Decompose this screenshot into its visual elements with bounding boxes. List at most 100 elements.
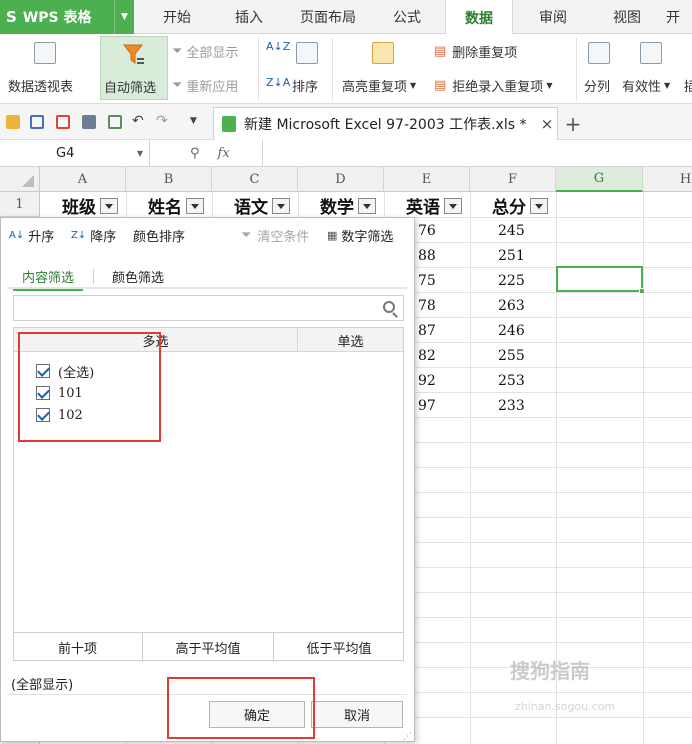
tab-divider — [93, 269, 94, 284]
total-cell[interactable]: 255 — [498, 343, 525, 368]
number-filter-button[interactable]: ▦ 数字筛选 — [327, 226, 393, 245]
tab-view[interactable]: 视图 — [600, 0, 654, 34]
english-cell[interactable]: 75 — [418, 268, 436, 293]
clear-conditions-button[interactable]: ⏷ 清空条件 — [241, 226, 309, 245]
single-select-mode[interactable]: 单选 — [298, 328, 403, 352]
autofilter-label: 自动筛选 — [104, 81, 157, 96]
english-cell[interactable]: 88 — [418, 243, 436, 268]
qa-dropdown-icon[interactable]: ▼ — [190, 116, 197, 126]
filter-dropdown-button[interactable] — [530, 197, 548, 214]
sort-asc-button[interactable]: A↓ 升序 — [9, 226, 54, 245]
save-icon[interactable] — [30, 115, 44, 129]
tab-page-layout[interactable]: 页面布局 — [290, 0, 366, 34]
header-cell-chinese[interactable]: 语文 — [234, 193, 290, 218]
reject-duplicates-button[interactable]: ▤ 拒绝录入重复项 ▼ — [434, 76, 552, 95]
filter-dropdown-button[interactable] — [186, 197, 204, 214]
print-preview-icon[interactable] — [108, 115, 122, 129]
color-sort-button[interactable]: 颜色排序 — [133, 226, 185, 245]
split-column-button[interactable]: 分列 — [584, 76, 610, 95]
header-cell-english[interactable]: 英语 — [406, 193, 462, 218]
reject-dup-icon: ▤ — [434, 78, 447, 93]
english-cell[interactable]: 92 — [418, 368, 436, 393]
english-cell[interactable]: 82 — [418, 343, 436, 368]
formula-input[interactable] — [262, 140, 692, 167]
tab-content-filter[interactable]: 内容筛选 — [13, 263, 83, 291]
english-cell[interactable]: 76 — [418, 218, 436, 243]
pivot-table-button[interactable]: 数据透视表 — [8, 76, 73, 95]
sort-desc-button[interactable]: Z↓ 降序 — [71, 226, 116, 245]
sort-button[interactable]: 排序 — [292, 76, 318, 95]
sort-desc-small-icon[interactable]: Z↓A — [266, 76, 290, 89]
tab-start[interactable]: 开始 — [150, 0, 204, 34]
name-box[interactable]: G4 ▼ — [0, 140, 150, 167]
header-cell-class[interactable]: 班级 — [62, 193, 118, 218]
validity-button[interactable]: 有效性 ▼ — [622, 76, 670, 95]
filter-dropdown-button[interactable] — [272, 197, 290, 214]
fx-icon[interactable]: fx — [218, 146, 230, 161]
selected-cell-g4[interactable] — [556, 266, 645, 294]
english-cell[interactable]: 87 — [418, 318, 436, 343]
select-all-corner[interactable] — [0, 167, 40, 192]
close-icon[interactable]: × — [537, 115, 557, 133]
column-header-d[interactable]: D — [298, 167, 384, 192]
column-header-b[interactable]: B — [126, 167, 212, 192]
english-cell[interactable]: 78 — [418, 293, 436, 318]
tab-review[interactable]: 审阅 — [526, 0, 580, 34]
total-cell[interactable]: 245 — [498, 218, 525, 243]
highlight-duplicates-button[interactable]: 高亮重复项 ▼ — [342, 76, 416, 95]
total-cell[interactable]: 263 — [498, 293, 525, 318]
below-average-button[interactable]: 低于平均值 — [274, 633, 404, 662]
column-header-f[interactable]: F — [470, 167, 556, 192]
sort-asc-icon: A↓ — [9, 230, 25, 241]
top10-button[interactable]: 前十项 — [13, 633, 143, 662]
header-cell-math[interactable]: 数学 — [320, 193, 376, 218]
tab-data[interactable]: 数据 — [445, 0, 513, 35]
column-header-e[interactable]: E — [384, 167, 470, 192]
print-icon[interactable] — [82, 115, 96, 129]
total-cell[interactable]: 251 — [498, 243, 525, 268]
insert-dropdown-button[interactable]: 插 — [684, 76, 692, 95]
tab-insert[interactable]: 插入 — [222, 0, 276, 34]
zoom-icon[interactable]: ⚲ — [190, 146, 200, 161]
header-cell-name[interactable]: 姓名 — [148, 193, 204, 218]
header-cell-total[interactable]: 总分 — [492, 193, 548, 218]
chevron-down-icon[interactable]: ▼ — [114, 0, 134, 34]
total-cell[interactable]: 233 — [498, 393, 525, 418]
row-header[interactable]: 1 — [0, 192, 40, 217]
tab-developer[interactable]: 开 — [666, 0, 692, 34]
english-cell[interactable]: 97 — [418, 393, 436, 418]
redo-icon[interactable]: ↷ — [156, 113, 168, 129]
above-average-button[interactable]: 高于平均值 — [143, 633, 274, 662]
tab-color-filter[interactable]: 颜色筛选 — [103, 263, 173, 289]
remove-duplicates-button[interactable]: ▤ 删除重复项 — [434, 42, 517, 61]
total-cell[interactable]: 246 — [498, 318, 525, 343]
chevron-down-icon: ▼ — [410, 81, 417, 90]
reapply-button[interactable]: ⏷ 重新应用 — [172, 76, 238, 95]
sort-asc-small-icon[interactable]: A↓Z — [266, 40, 290, 53]
filter-dropdown-button[interactable] — [444, 197, 462, 214]
undo-icon[interactable]: ↶ — [132, 113, 144, 129]
app-menu-button[interactable]: S WPS 表格 ▼ — [0, 0, 134, 34]
fill-handle[interactable] — [639, 288, 645, 294]
filter-dropdown-button[interactable] — [100, 197, 118, 214]
filter-dropdown-button[interactable] — [358, 197, 376, 214]
total-cell[interactable]: 253 — [498, 368, 525, 393]
chevron-down-icon: ▼ — [546, 81, 553, 90]
column-header-g[interactable]: G — [556, 167, 643, 192]
total-cell[interactable]: 225 — [498, 268, 525, 293]
show-all-button[interactable]: ⏷ 全部显示 — [172, 42, 238, 61]
column-header-c[interactable]: C — [212, 167, 298, 192]
search-icon[interactable] — [383, 301, 395, 313]
cancel-button[interactable]: 取消 — [311, 701, 403, 728]
open-folder-icon[interactable] — [6, 115, 20, 129]
column-header-a[interactable]: A — [40, 167, 126, 192]
new-tab-button[interactable]: + — [563, 107, 583, 140]
filter-search-input[interactable] — [13, 295, 404, 321]
autofilter-button[interactable]: 自动筛选 — [100, 36, 168, 100]
chevron-down-icon[interactable]: ▼ — [137, 149, 143, 158]
column-header-h[interactable]: H — [643, 167, 692, 192]
document-tab[interactable]: 新建 Microsoft Excel 97-2003 工作表.xls * × — [213, 107, 558, 140]
tab-formula[interactable]: 公式 — [380, 0, 434, 34]
resize-grip-icon[interactable]: ⋰ — [403, 732, 412, 742]
pdf-export-icon[interactable] — [56, 115, 70, 129]
